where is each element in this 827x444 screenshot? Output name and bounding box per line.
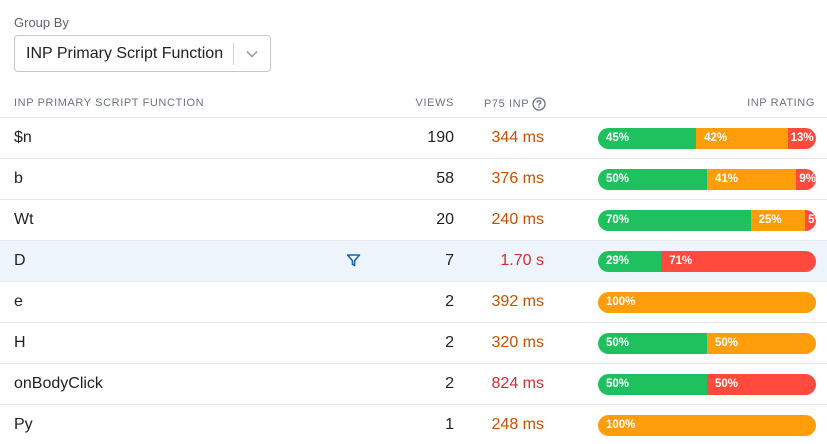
table-row[interactable]: onBodyClick 2 824 ms 50% 50% (0, 364, 827, 405)
inp-rating-bar: 70%25%5% (598, 210, 816, 231)
rating-segment-needs-improvement: 50% (707, 333, 816, 354)
function-name: H (14, 334, 26, 351)
p75-value: 376 ms (491, 170, 544, 187)
group-by-label: Group By (14, 15, 69, 30)
rating-segment-good: 50% (598, 169, 707, 190)
p75-value: 1.70 s (500, 252, 544, 269)
group-by-select[interactable]: INP Primary Script Function (14, 35, 271, 72)
inp-rating-bar: 45% 42% 13% (598, 128, 816, 149)
rating-segment-needs-improvement: 41% (707, 169, 797, 190)
column-header-function[interactable]: INP PRIMARY SCRIPT FUNCTION (14, 97, 204, 109)
function-name: b (14, 170, 23, 187)
rating-segment-good: 70% (598, 210, 751, 231)
rating-segment-needs-improvement: 100% (598, 292, 816, 313)
p75-value: 824 ms (491, 375, 544, 392)
views-value: 7 (445, 252, 454, 269)
chevron-down-icon[interactable] (234, 36, 270, 71)
table-header: INP PRIMARY SCRIPT FUNCTION VIEWS P75 IN… (0, 90, 827, 118)
rating-segment-poor: 13% (787, 128, 816, 149)
table-row[interactable]: H 2 320 ms 50% 50% (0, 323, 827, 364)
views-value: 2 (445, 334, 454, 351)
filter-icon[interactable] (346, 253, 361, 268)
rating-segment-poor: 50% (707, 374, 816, 395)
rating-segment-good: 45% (598, 128, 697, 149)
inp-rating-bar: 29% 71% (598, 251, 816, 272)
function-name: Py (14, 416, 33, 433)
p75-value: 248 ms (491, 416, 544, 433)
inp-rating-bar: 50% 50% (598, 374, 816, 395)
function-name: D (14, 252, 26, 269)
group-by-select-value: INP Primary Script Function (26, 44, 224, 62)
inp-rating-bar: 100% (598, 415, 816, 436)
rating-segment-needs-improvement: 100% (598, 415, 816, 436)
table-row[interactable]: D 7 1.70 s 29% 71% (0, 241, 827, 282)
rating-segment-good: 29% (598, 251, 662, 272)
rating-segment-good: 50% (598, 333, 707, 354)
views-value: 2 (445, 375, 454, 392)
p75-value: 344 ms (491, 129, 544, 146)
table-row[interactable]: b 58 376 ms 50% 41% 9% (0, 159, 827, 200)
table-row[interactable]: e 2 392 ms 100% (0, 282, 827, 323)
views-value: 20 (436, 211, 454, 228)
column-header-views[interactable]: VIEWS (416, 97, 454, 109)
function-name: $n (14, 129, 32, 146)
inp-rating-bar: 100% (598, 292, 816, 313)
rating-segment-needs-improvement: 42% (696, 128, 788, 149)
views-value: 58 (436, 170, 454, 187)
column-header-p75[interactable]: P75 INP (484, 97, 546, 111)
p75-value: 320 ms (491, 334, 544, 351)
views-value: 190 (427, 129, 454, 146)
table-row[interactable]: Py 1 248 ms 100% (0, 405, 827, 444)
function-name: onBodyClick (14, 375, 103, 392)
column-header-rating[interactable]: INP RATING (747, 97, 815, 109)
rating-segment-poor: 9% (796, 169, 816, 190)
column-header-p75-label: P75 INP (484, 98, 530, 110)
function-name: e (14, 293, 23, 310)
p75-value: 392 ms (491, 293, 544, 310)
function-name: Wt (14, 211, 34, 228)
table-body: $n 190 344 ms 45% 42% 13% b 58 376 ms 50% 41% 9% Wt 2… (0, 118, 827, 444)
p75-value: 240 ms (491, 211, 544, 228)
table-row[interactable]: Wt 20 240 ms 70%25%5% (0, 200, 827, 241)
inp-rating-bar: 50% 50% (598, 333, 816, 354)
views-value: 2 (445, 293, 454, 310)
rating-segment-poor: 5% (805, 210, 816, 231)
rating-segment-needs-improvement: 25% (750, 210, 806, 231)
help-circle-icon[interactable] (532, 97, 546, 111)
views-value: 1 (445, 416, 454, 433)
table-row[interactable]: $n 190 344 ms 45% 42% 13% (0, 118, 827, 159)
rating-segment-poor: 71% (661, 251, 816, 272)
inp-rating-bar: 50% 41% 9% (598, 169, 816, 190)
rating-segment-good: 50% (598, 374, 707, 395)
